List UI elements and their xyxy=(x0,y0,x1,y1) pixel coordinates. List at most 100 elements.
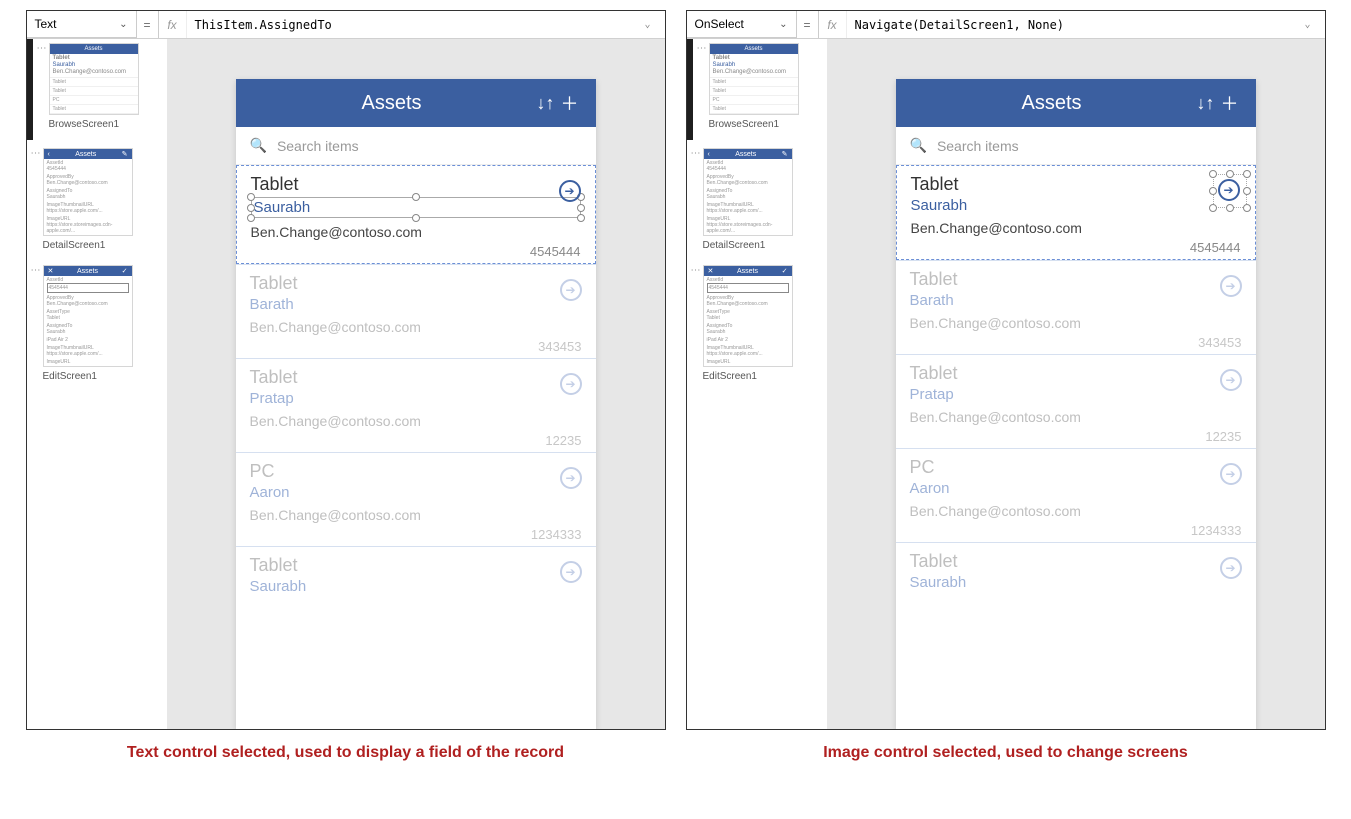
more-icon[interactable]: ⋯ xyxy=(691,265,701,275)
property-value: Text xyxy=(35,17,57,31)
thumb-detail[interactable]: ⋯ ‹Assets✎ AssetId4545444 ApprovedByBen.… xyxy=(27,144,167,238)
arrow-right-icon[interactable]: ➔ xyxy=(560,467,582,489)
search-icon: 🔍 xyxy=(910,137,927,154)
arrow-right-icon[interactable]: ➔ xyxy=(560,279,582,301)
more-icon[interactable]: ⋯ xyxy=(697,43,707,53)
screens-panel: ⋯ Assets TabletSaurabhBen.Change@contoso… xyxy=(687,39,827,729)
thumb-label-2: DetailScreen1 xyxy=(687,238,827,261)
formula-text: ThisItem.AssignedTo xyxy=(195,18,332,32)
item-title: Tablet xyxy=(911,174,1241,195)
formula-bar: OnSelect ⌄ = fx Navigate(DetailScreen1, … xyxy=(687,11,1325,39)
item-name: Saurabh xyxy=(250,578,582,595)
item-email: Ben.Change@contoso.com xyxy=(910,503,1242,519)
sort-icon[interactable]: ↓↑ xyxy=(534,93,558,114)
item-name: Aaron xyxy=(250,484,582,501)
item-number: 4545444 xyxy=(911,240,1241,255)
thumb-label-3: EditScreen1 xyxy=(687,369,827,392)
item-number: 1234333 xyxy=(250,527,582,542)
more-icon[interactable]: ⋯ xyxy=(691,148,701,158)
selected-text-control[interactable]: Saurabh xyxy=(251,197,581,218)
item-title: Tablet xyxy=(250,367,582,388)
thumb-edit[interactable]: ⋯ ✕Assets✓ AssetId4545444 ApprovedByBen.… xyxy=(687,261,827,369)
gallery-item[interactable]: PC Aaron Ben.Change@contoso.com 1234333 … xyxy=(236,453,596,546)
more-icon[interactable]: ⋯ xyxy=(31,265,41,275)
more-icon[interactable]: ⋯ xyxy=(31,148,41,158)
gallery: Tablet Saurabh Ben.Change@contoso.com 45… xyxy=(896,165,1256,729)
arrow-right-icon[interactable]: ➔ xyxy=(560,373,582,395)
formula-text: Navigate(DetailScreen1, None) xyxy=(855,18,1065,32)
gallery-item[interactable]: Tablet Pratap Ben.Change@contoso.com 122… xyxy=(896,355,1256,448)
arrow-right-icon[interactable]: ➔ xyxy=(1220,463,1242,485)
item-email: Ben.Change@contoso.com xyxy=(250,413,582,429)
property-dropdown[interactable]: Text ⌄ xyxy=(27,11,137,38)
item-title: Tablet xyxy=(910,363,1242,384)
gallery-item[interactable]: Tablet Barath Ben.Change@contoso.com 343… xyxy=(896,261,1256,354)
gallery: Tablet Saurabh Ben.Change@contoso.com 45… xyxy=(236,165,596,729)
thumb-browse[interactable]: ⋯ Assets TabletSaurabhBen.Change@contoso… xyxy=(33,39,167,117)
item-email: Ben.Change@contoso.com xyxy=(910,409,1242,425)
chevron-down-icon: ⌄ xyxy=(119,19,127,30)
right-panel: OnSelect ⌄ = fx Navigate(DetailScreen1, … xyxy=(686,10,1326,730)
add-icon[interactable]: ＋ xyxy=(1218,90,1242,116)
item-email: Ben.Change@contoso.com xyxy=(911,220,1241,236)
arrow-right-icon[interactable]: ➔ xyxy=(1220,369,1242,391)
gallery-item[interactable]: Tablet Barath Ben.Change@contoso.com 343… xyxy=(236,265,596,358)
arrow-right-icon[interactable]: ➔ xyxy=(1220,557,1242,579)
gallery-item[interactable]: Tablet Pratap Ben.Change@contoso.com 122… xyxy=(236,359,596,452)
item-email: Ben.Change@contoso.com xyxy=(250,319,582,335)
item-title: Tablet xyxy=(250,273,582,294)
left-panel: Text ⌄ = fx ThisItem.AssignedTo ⌄ xyxy=(26,10,666,730)
fx-icon[interactable]: fx xyxy=(819,11,847,38)
search-bar[interactable]: 🔍 Search items xyxy=(896,127,1256,165)
item-name: Aaron xyxy=(910,480,1242,497)
thumb-label-2: DetailScreen1 xyxy=(27,238,167,261)
gallery-item[interactable]: Tablet Saurabh ➔ xyxy=(236,547,596,599)
thumb-edit[interactable]: ⋯ ✕Assets✓ AssetId4545444 ApprovedByBen.… xyxy=(27,261,167,369)
gallery-item[interactable]: Tablet Saurabh Ben.Change@contoso.com 45… xyxy=(236,165,596,264)
search-placeholder: Search items xyxy=(277,138,359,154)
property-value: OnSelect xyxy=(695,17,744,31)
gallery-item[interactable]: Tablet Saurabh ➔ xyxy=(896,543,1256,595)
thumb-label-3: EditScreen1 xyxy=(27,369,167,392)
item-title: Tablet xyxy=(910,551,1242,572)
add-icon[interactable]: ＋ xyxy=(558,90,582,116)
item-name: Saurabh xyxy=(911,197,1241,214)
gallery-item[interactable]: Tablet Saurabh Ben.Change@contoso.com 45… xyxy=(896,165,1256,260)
item-name: Saurabh xyxy=(910,574,1242,591)
formula-input[interactable]: Navigate(DetailScreen1, None) ⌄ xyxy=(847,11,1325,38)
gallery-item[interactable]: PC Aaron Ben.Change@contoso.com 1234333 … xyxy=(896,449,1256,542)
item-email: Ben.Change@contoso.com xyxy=(251,224,581,240)
more-icon[interactable]: ⋯ xyxy=(37,43,47,53)
phone-preview: Assets ↓↑ ＋ 🔍 Search items Tablet xyxy=(236,79,596,729)
item-title: Tablet xyxy=(251,174,581,195)
item-title: Tablet xyxy=(910,269,1242,290)
thumb-header: Assets xyxy=(50,44,138,54)
search-placeholder: Search items xyxy=(937,138,1019,154)
formula-input[interactable]: ThisItem.AssignedTo ⌄ xyxy=(187,11,665,38)
chevron-down-icon[interactable]: ⌄ xyxy=(644,19,656,30)
arrow-right-icon[interactable]: ➔ xyxy=(560,561,582,583)
property-dropdown[interactable]: OnSelect ⌄ xyxy=(687,11,797,38)
item-name: Pratap xyxy=(910,386,1242,403)
arrow-right-icon[interactable]: ➔ xyxy=(1218,179,1240,201)
arrow-right-icon[interactable]: ➔ xyxy=(1220,275,1242,297)
right-caption: Image control selected, used to change s… xyxy=(823,744,1188,762)
fx-icon[interactable]: fx xyxy=(159,11,187,38)
phone-preview: Assets ↓↑ ＋ 🔍 Search items Tablet xyxy=(896,79,1256,729)
selected-image-control[interactable]: ➔ xyxy=(1213,174,1247,208)
sort-icon[interactable]: ↓↑ xyxy=(1194,93,1218,114)
search-icon: 🔍 xyxy=(250,137,267,154)
item-email: Ben.Change@contoso.com xyxy=(910,315,1242,331)
app-title: Assets xyxy=(250,92,534,115)
search-bar[interactable]: 🔍 Search items xyxy=(236,127,596,165)
item-number: 12235 xyxy=(250,433,582,448)
chevron-down-icon: ⌄ xyxy=(779,19,787,30)
thumb-browse[interactable]: ⋯ Assets TabletSaurabhBen.Change@contoso… xyxy=(693,39,827,117)
chevron-down-icon[interactable]: ⌄ xyxy=(1304,19,1316,30)
thumb-detail[interactable]: ⋯ ‹Assets✎ AssetId4545444 ApprovedByBen.… xyxy=(687,144,827,238)
app-title: Assets xyxy=(910,92,1194,115)
app-header: Assets ↓↑ ＋ xyxy=(236,79,596,127)
equals-label: = xyxy=(797,11,819,38)
item-name: Saurabh xyxy=(254,199,311,216)
arrow-right-icon[interactable]: ➔ xyxy=(559,180,581,202)
